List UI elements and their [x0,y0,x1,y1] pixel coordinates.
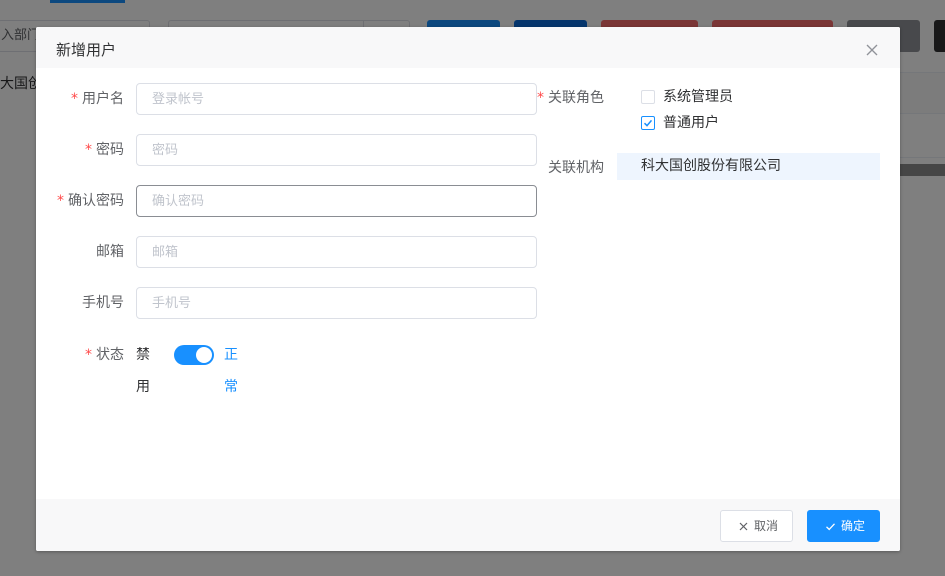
org-label: 关联机构 [548,160,604,176]
status-off-label: 禁用 [136,347,150,395]
add-user-dialog: 新增用户 *用户名 *密码 *确认密码 邮箱 手机号 *状态 禁用 [36,27,900,551]
role-option-admin-label: 系统管理员 [663,89,733,105]
confirm-password-label: * 确认密码 [36,185,124,217]
cancel-button-label: 取消 [754,519,779,533]
username-label-text: 用户名 [82,91,124,107]
phone-input[interactable] [136,287,537,319]
status-label-text: 状态 [96,347,124,363]
required-mark: * [71,91,78,107]
checkmark-icon [643,119,653,127]
required-mark: * [85,347,92,363]
close-icon [866,44,878,56]
close-button[interactable] [862,40,882,60]
checkbox-unchecked-icon[interactable] [641,90,655,104]
roles-label-text: 关联角色 [548,90,604,106]
status-on-label: 正常 [224,347,238,395]
email-label: 邮箱 [96,244,124,260]
close-icon [739,522,748,531]
required-mark: * [537,90,544,106]
required-mark: * [85,142,92,158]
switch-knob [196,347,212,363]
username-label: * 用户名 [36,83,124,115]
roles-label: * 关联角色 [534,87,604,109]
checkbox-checked-icon[interactable] [641,116,655,130]
org-tree-node-label: 科大国创股份有限公司 [641,158,781,174]
password-label-text: 密码 [96,142,124,158]
status-label: * 状态 [36,339,124,371]
org-tree-node[interactable]: 科大国创股份有限公司 [617,153,880,180]
confirm-password-label-text: 确认密码 [68,193,124,209]
check-icon [826,523,835,531]
confirm-button[interactable]: 确定 [807,510,880,542]
password-label: * 密码 [36,134,124,166]
cancel-button[interactable]: 取消 [720,510,793,542]
status-switch[interactable] [174,345,214,365]
confirm-button-label: 确定 [841,519,866,533]
password-input[interactable] [136,134,537,166]
email-input[interactable] [136,236,537,268]
dialog-footer: 取消 确定 [36,499,900,551]
username-input[interactable] [136,83,537,115]
dialog-header: 新增用户 [36,27,900,68]
required-mark: * [57,193,64,209]
confirm-password-input[interactable] [136,185,537,217]
dialog-title: 新增用户 [56,41,117,59]
phone-label: 手机号 [82,295,124,311]
role-option-user-label: 普通用户 [663,115,719,131]
